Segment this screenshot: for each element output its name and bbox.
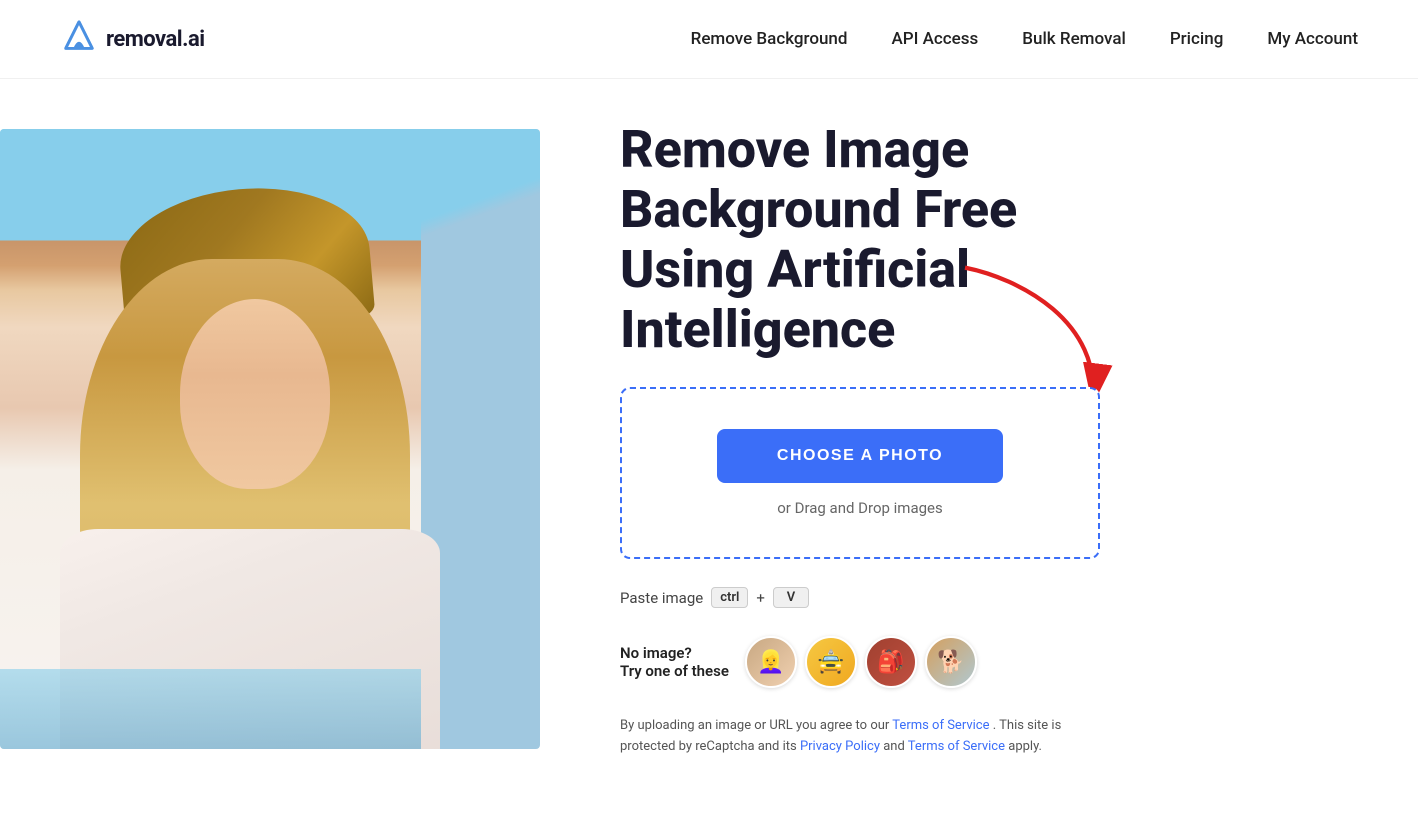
drag-drop-text: or Drag and Drop images — [777, 499, 942, 517]
sample-car[interactable]: 🚖 — [805, 636, 857, 688]
water-bg — [0, 669, 421, 749]
main-nav: Remove Background API Access Bulk Remova… — [691, 29, 1358, 49]
main-content: Remove Image Background Free Using Artif… — [0, 79, 1418, 799]
hero-image-container — [0, 129, 540, 749]
nav-remove-background[interactable]: Remove Background — [691, 29, 848, 49]
sample-label: No image? Try one of these — [620, 644, 729, 680]
drop-zone[interactable]: CHOOSE A PHOTO or Drag and Drop images — [620, 387, 1100, 559]
logo-text: removal.ai — [106, 27, 205, 52]
sample-bag[interactable]: 🎒 — [865, 636, 917, 688]
drop-zone-wrapper: CHOOSE A PHOTO or Drag and Drop images — [620, 387, 1100, 559]
no-image-line2: Try one of these — [620, 662, 729, 680]
tos-link[interactable]: Terms of Service — [892, 718, 989, 733]
logo-icon — [60, 18, 98, 60]
legal-prefix: By uploading an image or URL you agree t… — [620, 718, 889, 733]
sample-person[interactable]: 👱‍♀️ — [745, 636, 797, 688]
no-image-line1: No image? — [620, 644, 729, 662]
logo-link[interactable]: removal.ai — [60, 18, 205, 60]
hero-title: Remove Image Background Free Using Artif… — [620, 120, 1100, 359]
v-key: V — [773, 587, 809, 608]
paste-hint: Paste image ctrl + V — [620, 587, 1100, 608]
face-shape — [180, 299, 330, 489]
sample-row: No image? Try one of these 👱‍♀️ 🚖 🎒 🐕 — [620, 636, 1100, 688]
sample-images: 👱‍♀️ 🚖 🎒 🐕 — [745, 636, 977, 688]
nav-my-account[interactable]: My Account — [1267, 29, 1358, 49]
paste-label: Paste image — [620, 589, 703, 607]
sample-dog[interactable]: 🐕 — [925, 636, 977, 688]
legal-suffix: apply. — [1008, 739, 1042, 754]
nav-pricing[interactable]: Pricing — [1170, 29, 1224, 49]
legal-and: and — [883, 739, 905, 754]
legal-text: By uploading an image or URL you agree t… — [620, 716, 1080, 758]
nav-api-access[interactable]: API Access — [891, 29, 978, 49]
hero-content: Remove Image Background Free Using Artif… — [540, 120, 1358, 758]
ctrl-key: ctrl — [711, 587, 748, 608]
plus-sign: + — [756, 589, 765, 607]
choose-photo-button[interactable]: CHOOSE A PHOTO — [717, 429, 1003, 483]
nav-bulk-removal[interactable]: Bulk Removal — [1022, 29, 1126, 49]
privacy-link[interactable]: Privacy Policy — [800, 739, 880, 754]
header: removal.ai Remove Background API Access … — [0, 0, 1418, 79]
tos2-link[interactable]: Terms of Service — [908, 739, 1005, 754]
